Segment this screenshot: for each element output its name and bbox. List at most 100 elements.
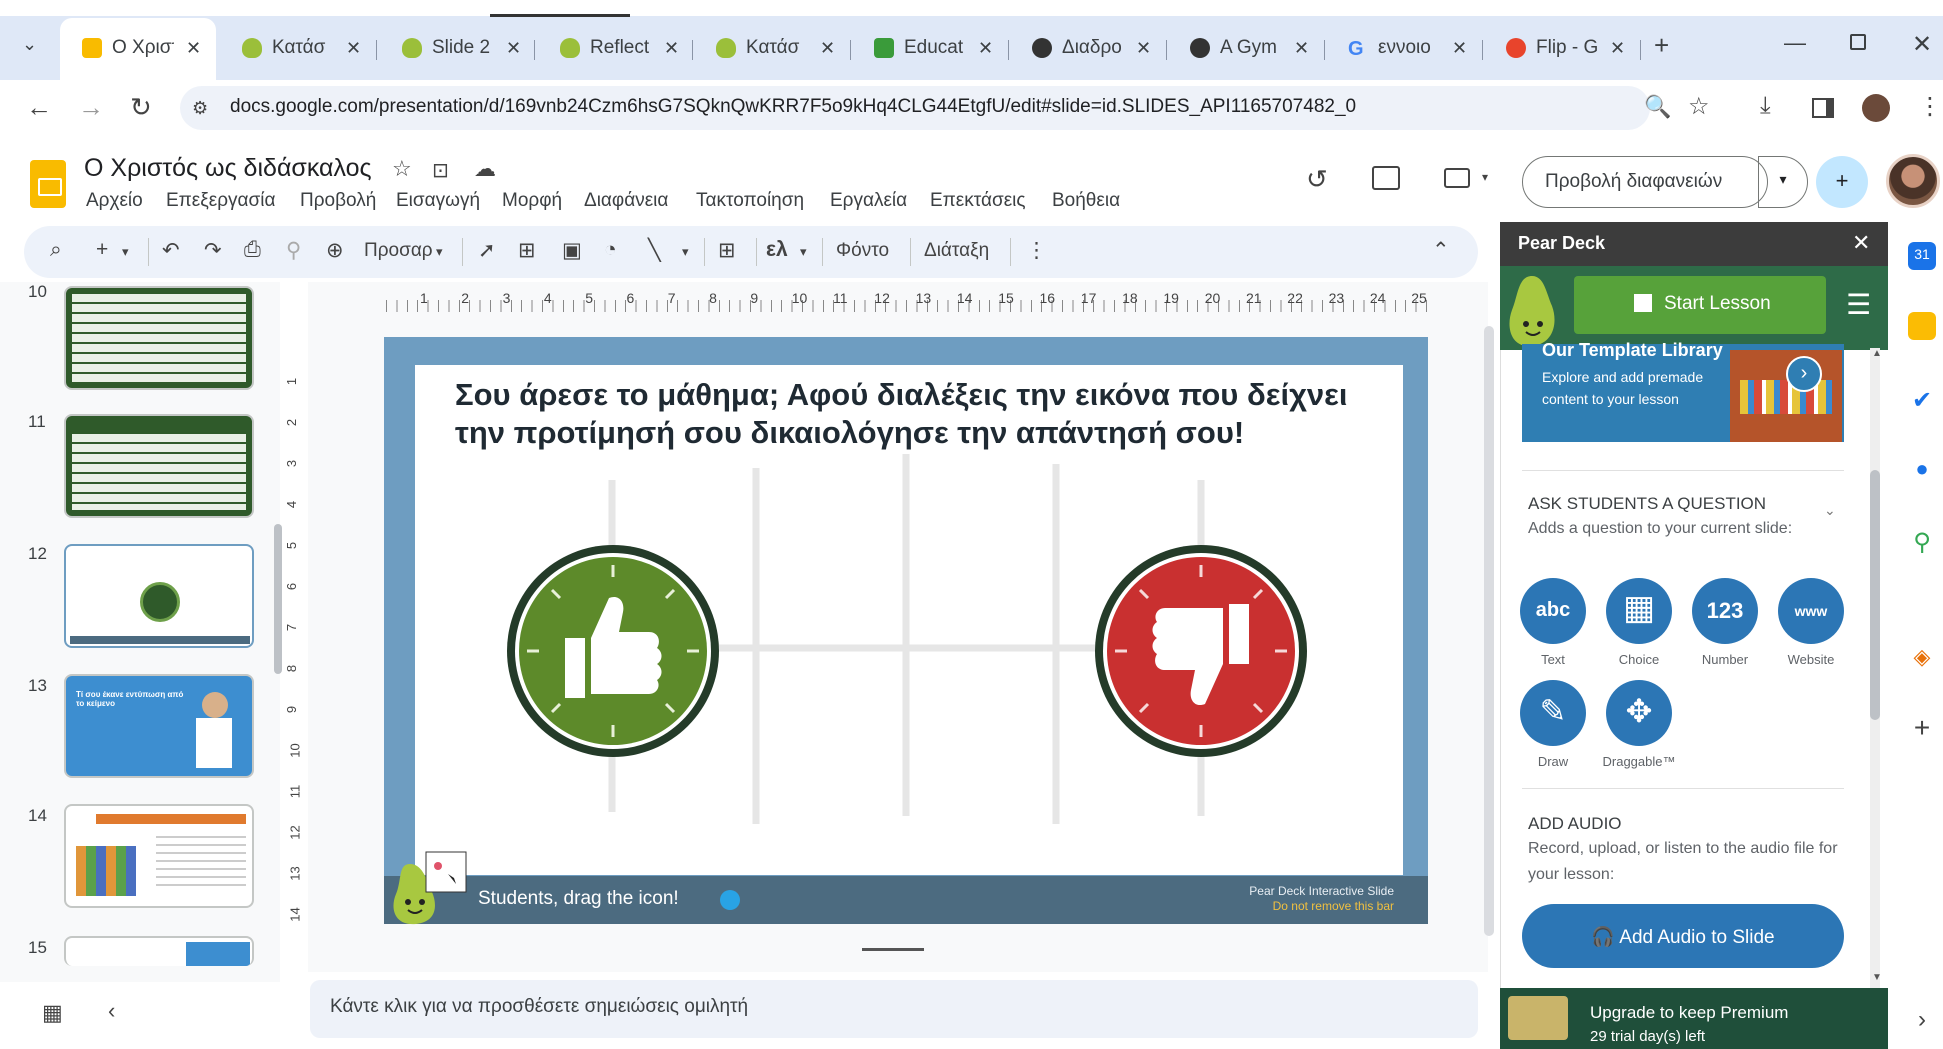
contacts-icon[interactable]: ● [1908, 456, 1936, 484]
restore-icon[interactable] [1850, 34, 1866, 50]
menu-file[interactable]: Αρχείο [86, 190, 143, 212]
thumbs-up-icon[interactable] [505, 543, 721, 759]
start-lesson-button[interactable]: Start Lesson [1574, 276, 1826, 334]
redo-icon[interactable]: ↷ [204, 238, 222, 263]
notes-resize-handle[interactable] [862, 948, 924, 951]
number-question-button[interactable]: 123 [1692, 578, 1758, 644]
tasks-icon[interactable]: ✔ [1908, 386, 1936, 414]
tab-1[interactable]: Κατάσ ✕ [232, 30, 371, 66]
menu-arrange[interactable]: Τακτοποίηση [696, 190, 804, 212]
draggable-question-button[interactable]: ✥ [1606, 680, 1672, 746]
close-icon[interactable]: ✕ [820, 38, 835, 59]
collapse-filmstrip-icon[interactable]: ‹ [108, 998, 115, 1024]
slide-thumbnail-13[interactable]: Τί σου έκανε εντύπωση από το κείμενο [64, 674, 254, 778]
history-icon[interactable]: ↺ [1306, 164, 1328, 195]
new-slide-dropdown-icon[interactable]: ▾ [122, 244, 129, 260]
menu-help[interactable]: Βοήθεια [1052, 190, 1120, 212]
comments-icon[interactable] [1372, 166, 1400, 190]
menu-slide[interactable]: Διαφάνεια [584, 190, 668, 212]
tab-search-chevron-icon[interactable]: ⌄ [22, 34, 37, 55]
back-icon[interactable]: ← [26, 92, 52, 123]
close-icon[interactable]: ✕ [186, 38, 201, 59]
tab-5[interactable]: Educat ✕ [864, 30, 1003, 66]
menu-extensions[interactable]: Επεκτάσεις [930, 190, 1026, 212]
chevron-right-icon[interactable]: › [1786, 356, 1822, 392]
menu-icon[interactable]: ☰ [1846, 288, 1871, 321]
new-slide-icon[interactable]: + [96, 238, 108, 262]
add-addon-icon[interactable]: + [1908, 712, 1936, 743]
layout-button[interactable]: Διάταξη [924, 240, 989, 262]
tab-4[interactable]: Κατάσ ✕ [706, 30, 845, 66]
grid-view-icon[interactable]: ▦ [42, 1000, 63, 1026]
slide-thumbnail-11[interactable] [64, 414, 254, 518]
slide-thumbnail-12[interactable] [64, 544, 254, 648]
input-tools-dropdown-icon[interactable]: ▾ [800, 244, 807, 260]
comment-icon[interactable]: ⊞ [718, 238, 736, 263]
tab-3[interactable]: Reflect ✕ [550, 30, 689, 66]
tab-6[interactable]: Διαδρο ✕ [1022, 30, 1161, 66]
menu-edit[interactable]: Επεξεργασία [166, 190, 275, 212]
close-icon[interactable]: ✕ [506, 38, 521, 59]
panel-scrollbar[interactable] [1870, 470, 1880, 720]
tab-8[interactable]: G εννοιο ✕ [1338, 30, 1477, 66]
close-icon[interactable]: ✕ [664, 38, 679, 59]
scroll-down-icon[interactable]: ▼ [1872, 972, 1882, 983]
close-icon[interactable]: ✕ [346, 38, 361, 59]
text-box-icon[interactable]: ⊞ [518, 238, 536, 263]
cloud-status-icon[interactable]: ☁ [474, 156, 496, 182]
minimize-icon[interactable]: — [1784, 30, 1806, 56]
speaker-notes[interactable]: Κάντε κλικ για να προσθέσετε σημειώσεις … [310, 980, 1478, 1038]
calendar-icon[interactable]: 31 [1908, 242, 1936, 270]
select-cursor-icon[interactable]: ➚ [478, 238, 496, 263]
site-info-icon[interactable]: ⚙ [192, 98, 208, 119]
slideshow-button[interactable]: Προβολή διαφανειών [1522, 156, 1768, 208]
new-tab-icon[interactable]: + [1654, 30, 1669, 61]
zoom-select[interactable]: Προσαρ [364, 240, 433, 262]
browser-menu-icon[interactable]: ⋮ [1918, 92, 1942, 121]
window-close-icon[interactable]: ✕ [1912, 30, 1932, 59]
paint-format-icon[interactable]: ⚲ [286, 238, 301, 263]
share-add-person-icon[interactable]: + [1816, 156, 1868, 208]
background-button[interactable]: Φόντο [836, 240, 889, 262]
doc-title[interactable]: Ο Χριστός ως διδάσκαλος [84, 154, 372, 183]
menu-view[interactable]: Προβολή [300, 190, 376, 212]
slide-thumbnail-14[interactable] [64, 804, 254, 908]
expand-panel-icon[interactable]: › [1908, 1006, 1936, 1034]
reload-icon[interactable]: ↻ [130, 92, 152, 123]
tab-9[interactable]: Flip - G ✕ [1496, 30, 1635, 66]
side-panel-icon[interactable] [1812, 98, 1834, 118]
close-icon[interactable]: ✕ [1610, 38, 1625, 59]
zoom-icon[interactable]: ⊕ [326, 238, 344, 263]
tab-0[interactable]: Ο Χριστ ✕ [72, 30, 211, 66]
print-icon[interactable]: ⎙ [244, 238, 261, 262]
profile-avatar[interactable] [1862, 94, 1890, 122]
add-audio-button[interactable]: 🎧 Add Audio to Slide [1522, 904, 1844, 968]
bookmark-star-icon[interactable]: ☆ [1688, 92, 1710, 121]
slide-thumbnail-10[interactable] [64, 286, 254, 390]
keep-icon[interactable] [1908, 312, 1936, 340]
canvas-scrollbar[interactable] [1484, 326, 1494, 936]
close-icon[interactable]: ✕ [1852, 230, 1870, 256]
menu-insert[interactable]: Εισαγωγή [396, 190, 480, 212]
slides-logo-icon[interactable] [30, 160, 66, 208]
zoom-icon[interactable]: 🔍 [1644, 94, 1671, 120]
thumbs-down-icon[interactable] [1093, 543, 1309, 759]
close-icon[interactable]: ✕ [1452, 38, 1467, 59]
line-dropdown-icon[interactable]: ▾ [682, 244, 689, 260]
more-options-icon[interactable]: ⋮ [1026, 238, 1047, 263]
input-tools-icon[interactable]: ελ [766, 238, 788, 262]
slideshow-dropdown-icon[interactable]: ▾ [1758, 156, 1808, 208]
star-icon[interactable]: ☆ [392, 156, 412, 182]
menu-format[interactable]: Μορφή [502, 190, 562, 212]
maps-icon[interactable]: ⚲ [1908, 528, 1936, 556]
chevron-down-icon[interactable]: ⌄ [1824, 502, 1836, 519]
menu-tools[interactable]: Εργαλεία [830, 190, 907, 212]
move-folder-icon[interactable]: ⊡ [432, 158, 449, 183]
image-icon[interactable]: ▣ [562, 238, 582, 263]
download-icon[interactable]: ⤓ [1760, 92, 1771, 120]
url-text[interactable]: docs.google.com/presentation/d/169vnb24C… [230, 96, 1356, 118]
close-icon[interactable]: ✕ [1136, 38, 1151, 59]
slide-thumbnail-15[interactable] [64, 936, 254, 966]
addon-icon[interactable]: ◈ [1908, 644, 1936, 672]
zoom-dropdown-icon[interactable]: ▾ [436, 244, 443, 260]
